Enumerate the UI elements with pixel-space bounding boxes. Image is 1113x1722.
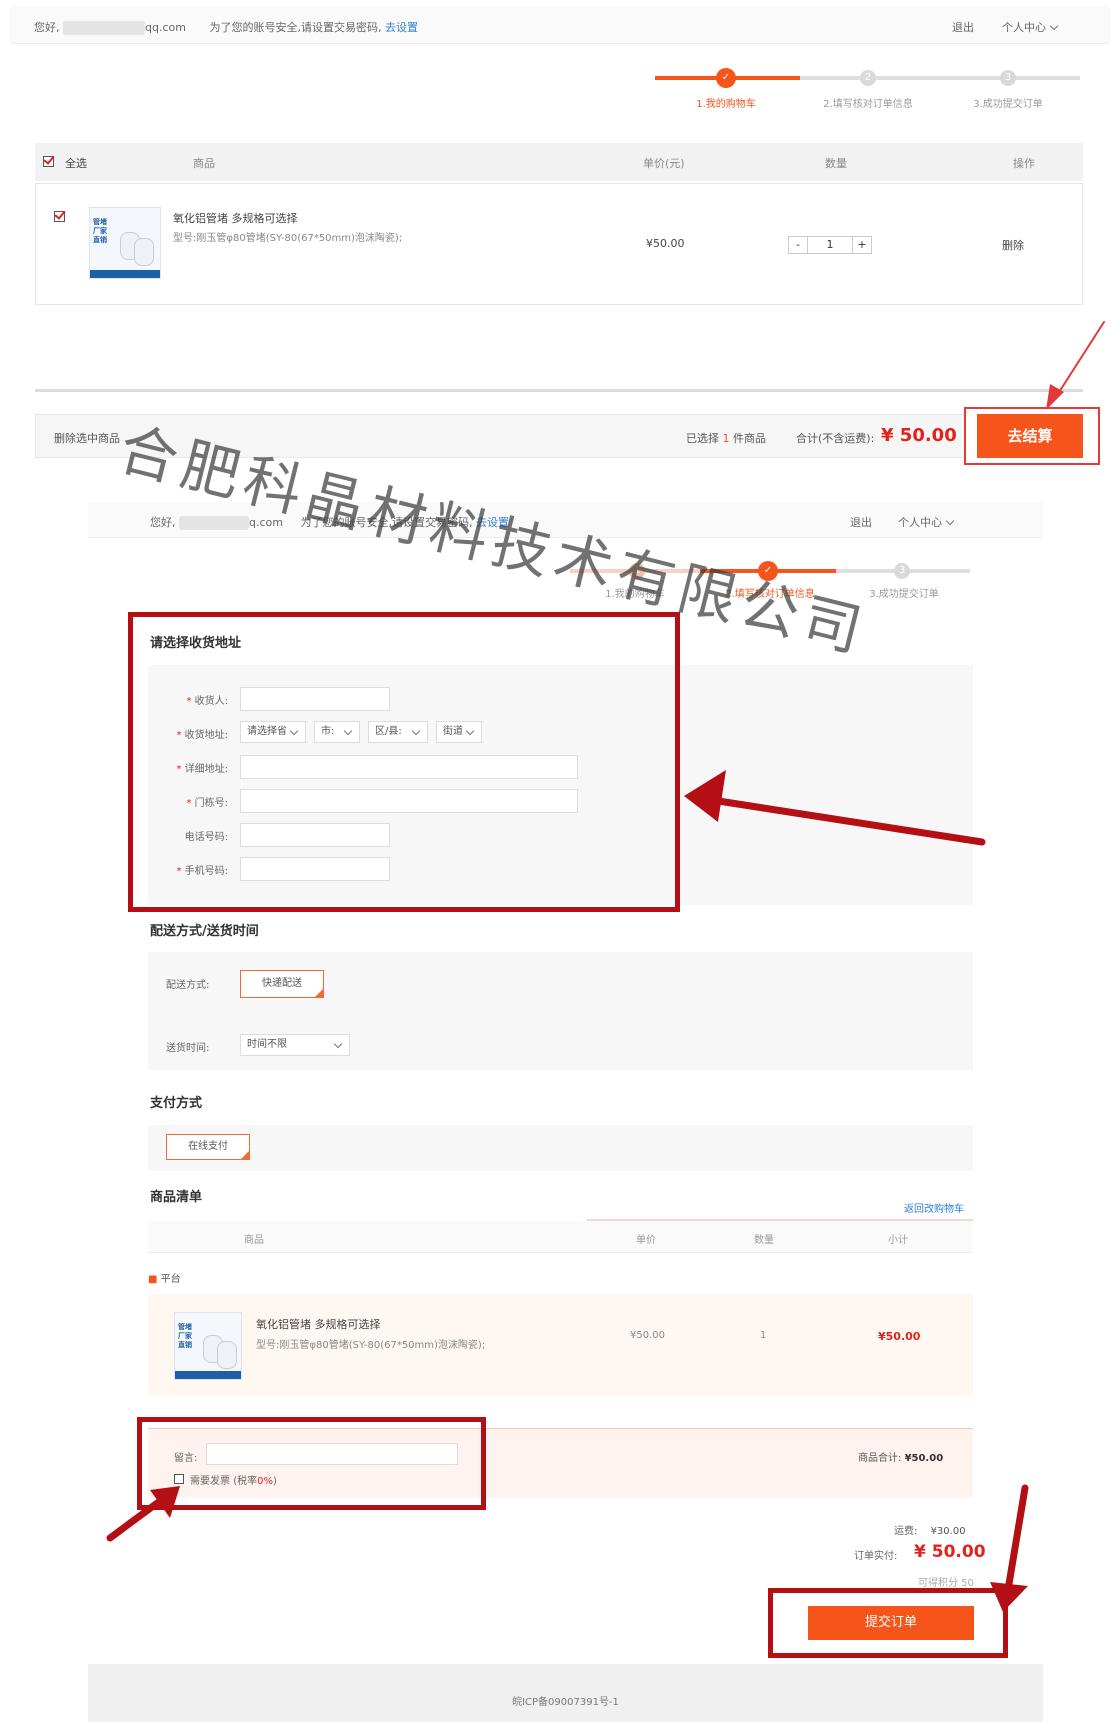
arrow-line	[106, 1494, 168, 1542]
arrow-line	[1004, 1484, 1029, 1594]
arrowhead-icon	[990, 1582, 1028, 1612]
arrow-line	[708, 796, 986, 846]
annotation-arrows	[106, 321, 1105, 1612]
arrowhead-icon	[684, 770, 726, 822]
arrow-line	[1053, 321, 1105, 401]
